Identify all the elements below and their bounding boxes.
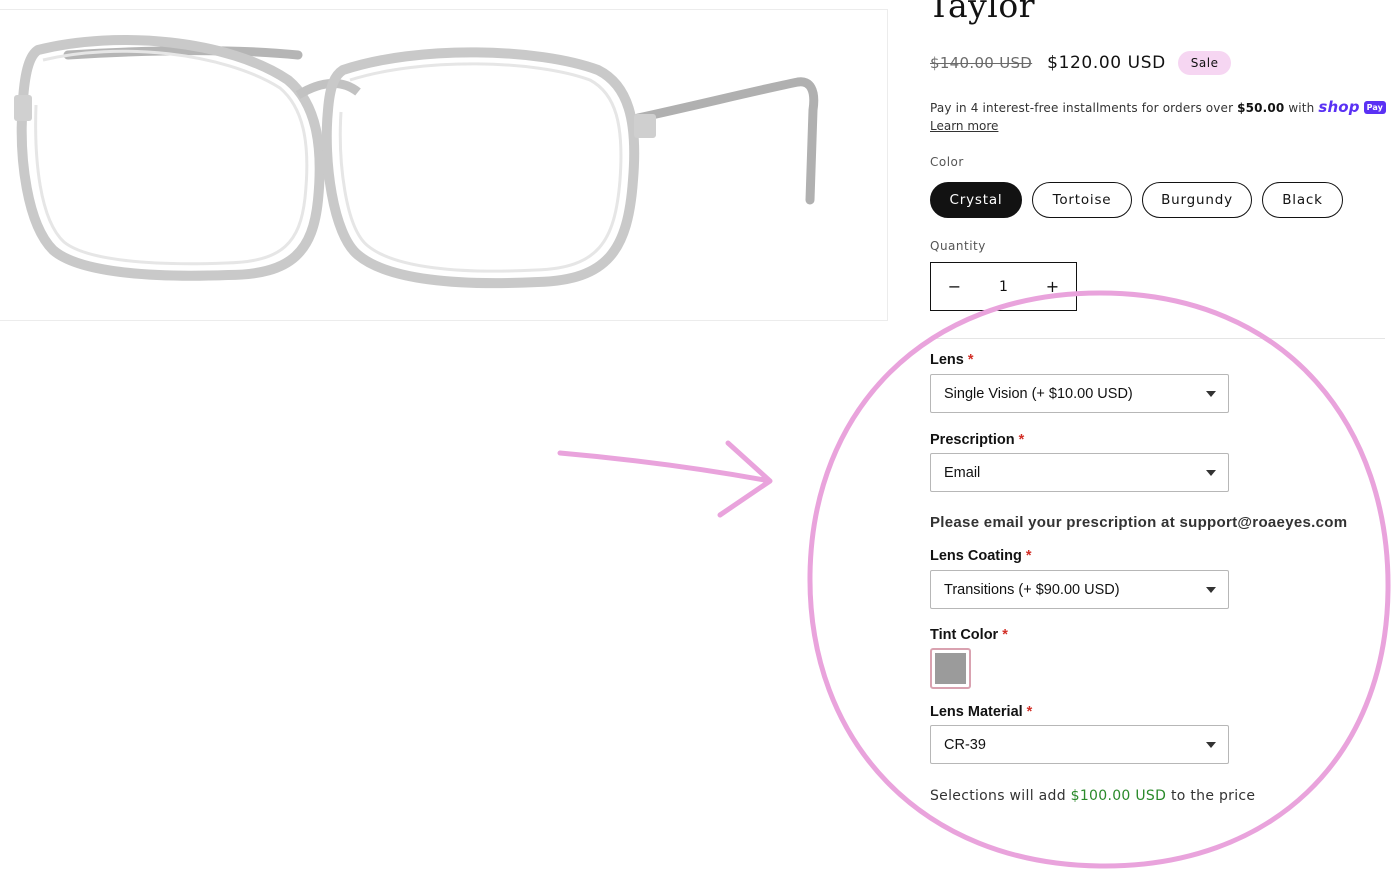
price-row: $140.00 USD $120.00 USD Sale — [930, 50, 1232, 76]
product-title: Taylor — [928, 0, 1035, 25]
lens-coating-label: Lens Coating * — [930, 548, 1032, 564]
sale-badge: Sale — [1177, 51, 1232, 75]
caret-down-icon — [1206, 470, 1216, 476]
product-image[interactable] — [0, 9, 888, 321]
eyeglasses-image — [14, 35, 819, 289]
prescription-select[interactable]: Email — [930, 453, 1229, 492]
color-option-black[interactable]: Black — [1262, 182, 1343, 218]
quantity-stepper: − 1 + — [930, 262, 1077, 311]
quantity-decrease-button[interactable]: − — [931, 277, 978, 296]
quantity-input[interactable]: 1 — [999, 279, 1008, 295]
caret-down-icon — [1206, 391, 1216, 397]
prescription-label: Prescription * — [930, 432, 1024, 448]
tint-color-swatch-gray[interactable] — [930, 648, 971, 689]
color-options: Crystal Tortoise Burgundy Black — [930, 182, 1343, 218]
caret-down-icon — [1206, 587, 1216, 593]
required-marker: * — [1026, 704, 1033, 720]
quantity-label: Quantity — [930, 239, 986, 253]
lens-material-label-text: Lens Material — [930, 704, 1023, 720]
tint-swatch-fill — [935, 653, 966, 684]
learn-more-link[interactable]: Learn more — [930, 119, 998, 133]
prescription-select-value: Email — [944, 464, 981, 481]
lens-coating-select-value: Transitions (+ $90.00 USD) — [944, 581, 1120, 598]
pay-badge: Pay — [1363, 101, 1387, 114]
selections-summary: Selections will add $100.00 USD to the p… — [930, 788, 1255, 804]
summary-amount: $100.00 USD — [1070, 788, 1167, 804]
lens-material-select[interactable]: CR-39 — [930, 725, 1229, 764]
color-option-tortoise[interactable]: Tortoise — [1032, 182, 1132, 218]
required-marker: * — [1018, 432, 1025, 448]
lens-material-select-value: CR-39 — [944, 736, 986, 753]
caret-down-icon — [1206, 742, 1216, 748]
installments-text: Pay in 4 interest-free installments for … — [930, 98, 1387, 116]
arrow-icon — [557, 440, 773, 518]
shop-pay-logo: shop — [1318, 98, 1360, 116]
tint-color-label-text: Tint Color — [930, 627, 999, 643]
lens-material-label: Lens Material * — [930, 704, 1032, 720]
lens-coating-select[interactable]: Transitions (+ $90.00 USD) — [930, 570, 1229, 609]
required-marker: * — [967, 352, 974, 368]
lens-label: Lens * — [930, 352, 974, 368]
sale-price: $120.00 USD — [1047, 53, 1166, 73]
prescription-label-text: Prescription — [930, 432, 1015, 448]
required-marker: * — [1002, 627, 1008, 643]
divider — [930, 338, 1385, 339]
lens-select[interactable]: Single Vision (+ $10.00 USD) — [930, 374, 1229, 413]
color-label: Color — [930, 155, 964, 169]
prescription-email-note: Please email your prescription at suppor… — [930, 514, 1348, 531]
lens-label-text: Lens — [930, 352, 964, 368]
installments-lead: Pay in 4 interest-free installments for … — [930, 101, 1238, 115]
required-marker: * — [1025, 548, 1032, 564]
installments-with: with — [1284, 101, 1319, 115]
installments-threshold: $50.00 — [1237, 101, 1285, 115]
summary-after: to the price — [1166, 788, 1256, 804]
lens-coating-label-text: Lens Coating — [930, 548, 1022, 564]
color-option-burgundy[interactable]: Burgundy — [1142, 182, 1252, 218]
color-option-crystal[interactable]: Crystal — [930, 182, 1022, 218]
quantity-increase-button[interactable]: + — [1029, 277, 1076, 296]
tint-color-label: Tint Color * — [930, 627, 1008, 643]
summary-before: Selections will add — [930, 788, 1071, 804]
original-price: $140.00 USD — [930, 54, 1033, 72]
lens-select-value: Single Vision (+ $10.00 USD) — [944, 385, 1133, 402]
